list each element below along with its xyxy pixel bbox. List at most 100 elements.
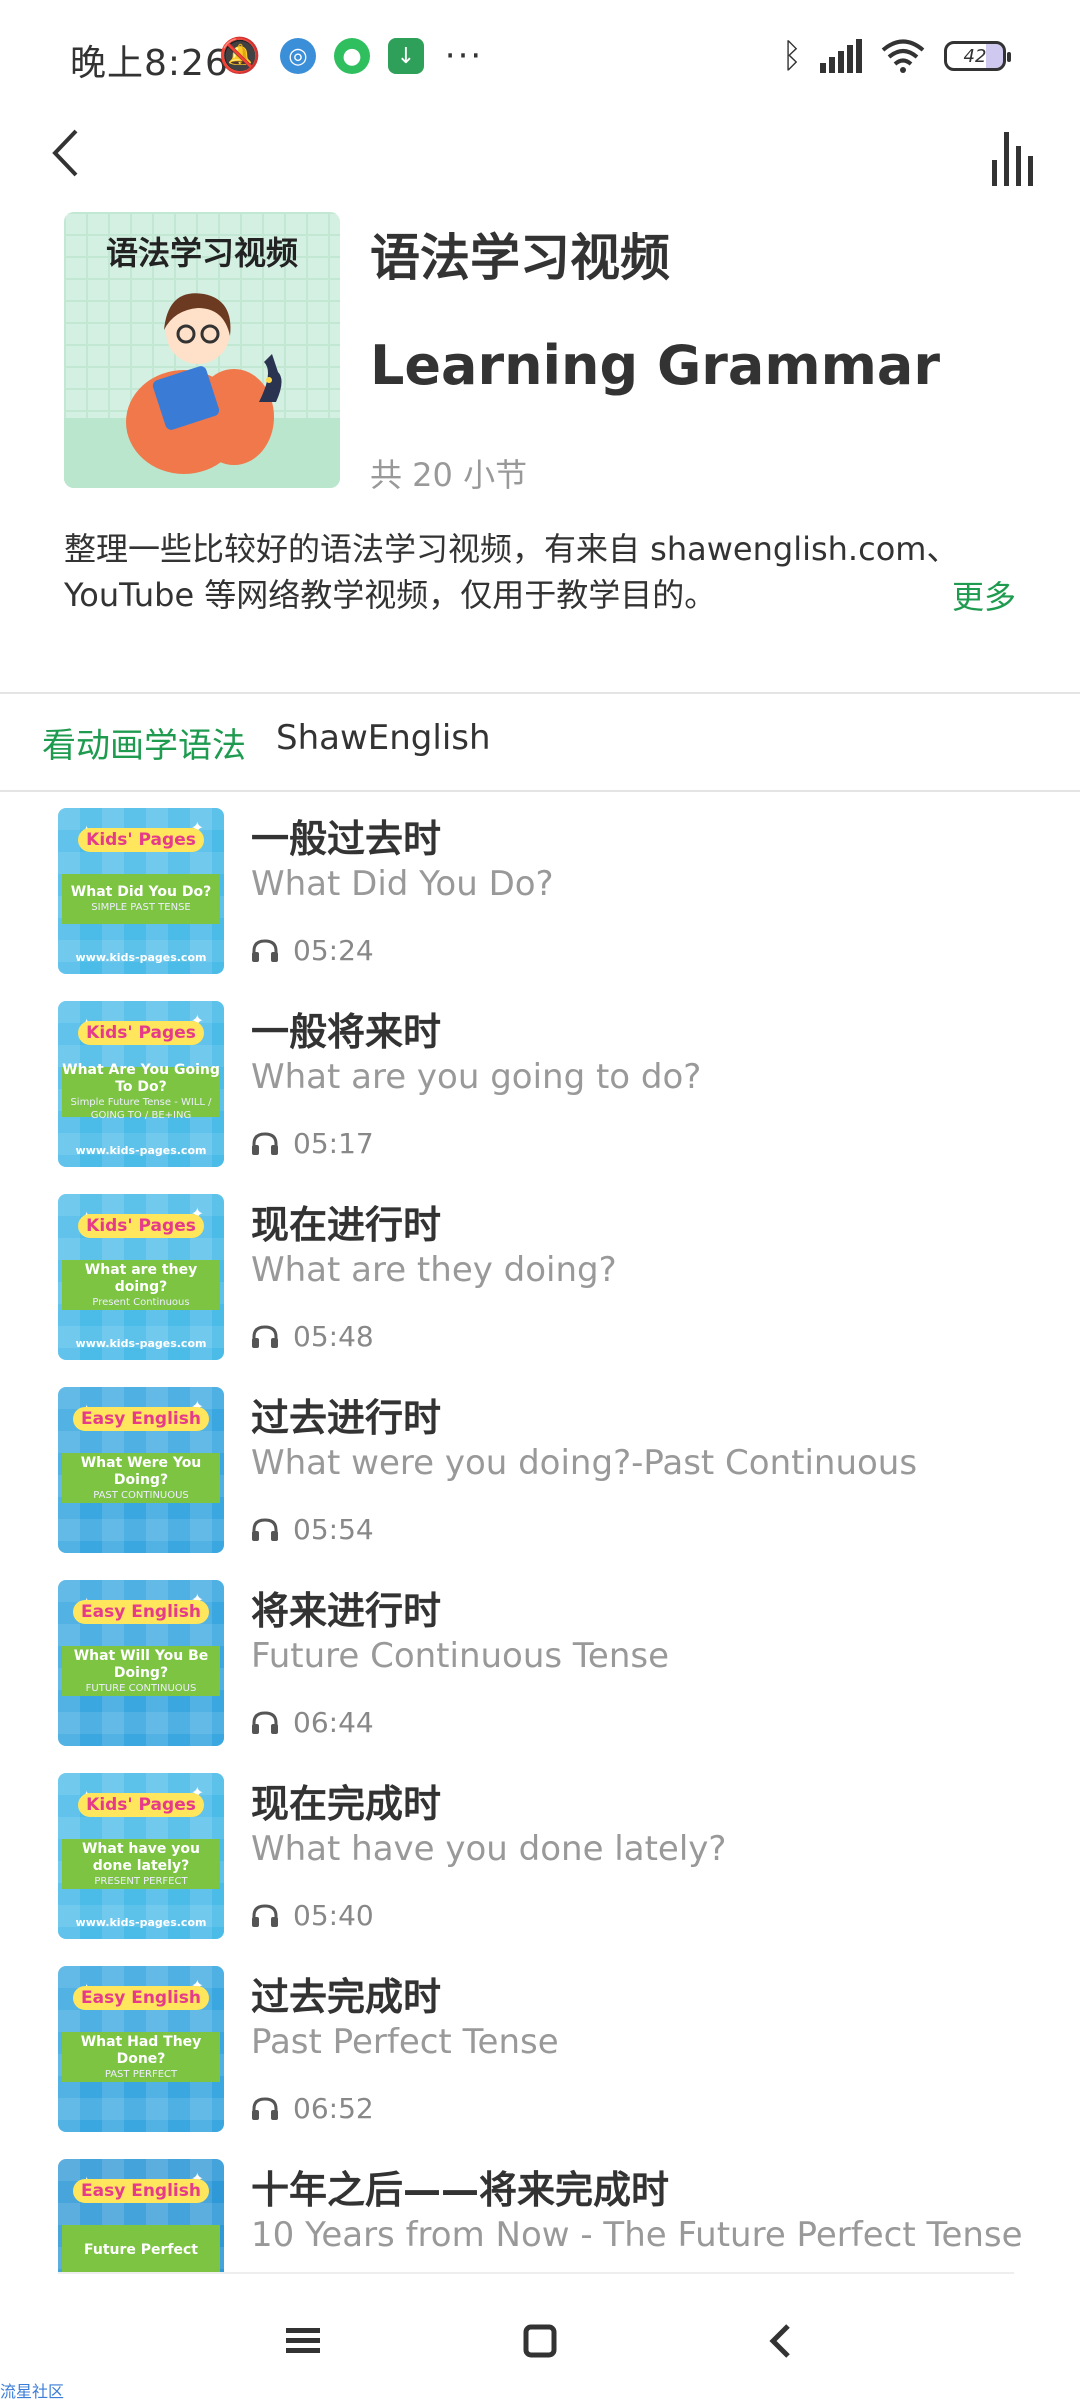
divider: [0, 790, 1080, 792]
lesson-duration: 05:17: [251, 1127, 374, 1160]
course-description: 整理一些比较好的语法学习视频，有来自 shawenglish.com、YouTu…: [64, 530, 959, 614]
watermark: 流星社区: [0, 2382, 65, 2400]
duration-text: 05:40: [293, 1899, 374, 1932]
lesson-item[interactable]: ✦ ✦ Easy English What Were You Doing? PA…: [0, 1373, 1080, 1566]
lesson-item[interactable]: ✦ ✦ Easy English Future Perfect 十年之后——将来…: [0, 2145, 1080, 2272]
lesson-item[interactable]: ✦ ✦ Kids' Pages What are they doing? Pre…: [0, 1180, 1080, 1373]
wifi-icon: [880, 39, 926, 73]
thumb-subtitle: PRESENT PERFECT: [94, 1875, 188, 1887]
thumb-subtitle: Simple Future Tense - WILL / GOING TO / …: [70, 1097, 212, 1121]
lesson-item[interactable]: ✦ ✦ Kids' Pages What have you done latel…: [0, 1759, 1080, 1952]
thumb-badge: Easy English: [73, 1986, 209, 2010]
thumb-badge: Easy English: [73, 2179, 209, 2203]
player-button[interactable]: [992, 122, 1052, 192]
thumb-title: What Had They Done?: [80, 2033, 202, 2067]
lesson-subtitle: Past Perfect Tense: [251, 2022, 559, 2062]
status-bar: 晚上8:26 🔕 ◎ ● ↓ ··· ᛒ 42: [0, 0, 1080, 118]
headphones-icon: [252, 1324, 278, 1348]
status-icons-right: ᛒ 42: [781, 36, 1011, 76]
thumb-site: www.kids-pages.com: [75, 1916, 207, 1929]
system-back-button[interactable]: [745, 2306, 815, 2376]
thumb-subtitle: Present Continuous: [92, 1296, 190, 1308]
back-icon: [769, 2324, 790, 2358]
thumb-title: What are they doing?: [84, 1261, 198, 1295]
battery-level: 42: [963, 45, 987, 67]
duration-text: 06:52: [293, 2092, 374, 2125]
lesson-subtitle: Future Continuous Tense: [251, 1636, 670, 1676]
menu-button[interactable]: [268, 2306, 338, 2376]
headphones-icon: [252, 1710, 278, 1734]
thumb-badge: Kids' Pages: [78, 1214, 204, 1238]
status-time: 晚上8:26: [70, 43, 229, 84]
lesson-subtitle: 10 Years from Now - The Future Perfect T…: [251, 2215, 1023, 2255]
lesson-count: 共 20 小节: [370, 456, 528, 494]
lesson-subtitle: What are they doing?: [251, 1250, 617, 1290]
thumb-site: www.kids-pages.com: [75, 1144, 207, 1157]
lesson-item[interactable]: ✦ ✦ Kids' Pages What Are You Going To Do…: [0, 987, 1080, 1180]
headphones-icon: [252, 1131, 278, 1155]
headphones-icon: [252, 2096, 278, 2120]
lesson-thumbnail: ✦ ✦ Easy English Future Perfect: [58, 2159, 224, 2272]
lesson-title: 过去完成时: [251, 1975, 442, 2019]
duration-text: 06:44: [293, 1706, 374, 1739]
lesson-title: 一般过去时: [251, 817, 442, 861]
lesson-thumbnail: ✦ ✦ Kids' Pages What Are You Going To Do…: [58, 1001, 224, 1167]
duration-text: 05:24: [293, 934, 374, 967]
tab-animation-grammar[interactable]: 看动画学语法: [42, 718, 246, 767]
lesson-subtitle: What are you going to do?: [251, 1057, 702, 1097]
system-navbar: [0, 2272, 1080, 2400]
lesson-title: 现在完成时: [251, 1782, 442, 1826]
lesson-subtitle: What Did You Do?: [251, 864, 554, 904]
tab-bar: 看动画学语法 ShawEnglish: [42, 718, 491, 767]
wechat-icon: ●: [334, 38, 370, 74]
thumb-site: www.kids-pages.com: [75, 951, 207, 964]
course-title-cn: 语法学习视频: [370, 229, 670, 287]
status-icons-left: 🔕 ◎ ● ↓ ···: [218, 36, 486, 76]
mute-icon: 🔕: [218, 36, 262, 76]
lesson-title: 十年之后——将来完成时: [251, 2168, 670, 2212]
lesson-thumbnail: ✦ ✦ Kids' Pages What Did You Do? SIMPLE …: [58, 808, 224, 974]
bluetooth-icon: ᛒ: [781, 36, 802, 76]
lesson-item[interactable]: ✦ ✦ Easy English What Will You Be Doing?…: [0, 1566, 1080, 1759]
lesson-duration: 05:54: [251, 1513, 374, 1546]
lesson-item[interactable]: ✦ ✦ Kids' Pages What Did You Do? SIMPLE …: [0, 794, 1080, 987]
thumb-subtitle: FUTURE CONTINUOUS: [85, 1682, 197, 1694]
course-cover: 语法学习视频: [64, 212, 340, 488]
lesson-duration: 05:48: [251, 1320, 374, 1353]
lesson-duration: 06:52: [251, 2092, 374, 2125]
hd-signal-icon: [820, 39, 862, 73]
lesson-thumbnail: ✦ ✦ Kids' Pages What have you done latel…: [58, 1773, 224, 1939]
thumb-title: What Did You Do?: [70, 884, 212, 900]
thumb-subtitle: PAST CONTINUOUS: [93, 1489, 189, 1501]
thumb-badge: Kids' Pages: [78, 1793, 204, 1817]
divider: [0, 692, 1080, 694]
lesson-item[interactable]: ✦ ✦ Easy English What Had They Done? PAS…: [0, 1952, 1080, 2145]
lesson-thumbnail: ✦ ✦ Easy English What Will You Be Doing?…: [58, 1580, 224, 1746]
lesson-duration: 06:44: [251, 1706, 374, 1739]
thumb-badge: Kids' Pages: [78, 1021, 204, 1045]
thumb-title: Future Perfect: [83, 2241, 198, 2258]
duration-text: 05:17: [293, 1127, 374, 1160]
thumb-badge: Kids' Pages: [78, 828, 204, 852]
thumb-title: What Are You Going To Do?: [62, 1062, 220, 1095]
thumb-badge: Easy English: [73, 1407, 209, 1431]
lesson-duration: 05:24: [251, 934, 374, 967]
more-link[interactable]: 更多: [952, 572, 1016, 618]
course-title-en: Learning Grammar: [370, 334, 940, 397]
chevron-left-icon: [52, 129, 78, 177]
lesson-subtitle: What were you doing?-Past Continuous: [251, 1443, 918, 1483]
lesson-title: 过去进行时: [251, 1396, 442, 1440]
lesson-title: 一般将来时: [251, 1010, 442, 1054]
thumb-title: What Were You Doing?: [80, 1454, 202, 1488]
lesson-title: 现在进行时: [251, 1203, 442, 1247]
lesson-title: 将来进行时: [251, 1589, 442, 1633]
more-dots-icon: ···: [444, 36, 484, 76]
home-button[interactable]: [505, 2306, 575, 2376]
download-icon: ↓: [388, 38, 424, 74]
equalizer-icon: [992, 132, 1033, 186]
lesson-thumbnail: ✦ ✦ Kids' Pages What are they doing? Pre…: [58, 1194, 224, 1360]
headphones-icon: [252, 938, 278, 962]
tab-shawenglish[interactable]: ShawEnglish: [276, 718, 491, 767]
browser-icon: ◎: [280, 38, 316, 74]
back-button[interactable]: [30, 118, 100, 188]
